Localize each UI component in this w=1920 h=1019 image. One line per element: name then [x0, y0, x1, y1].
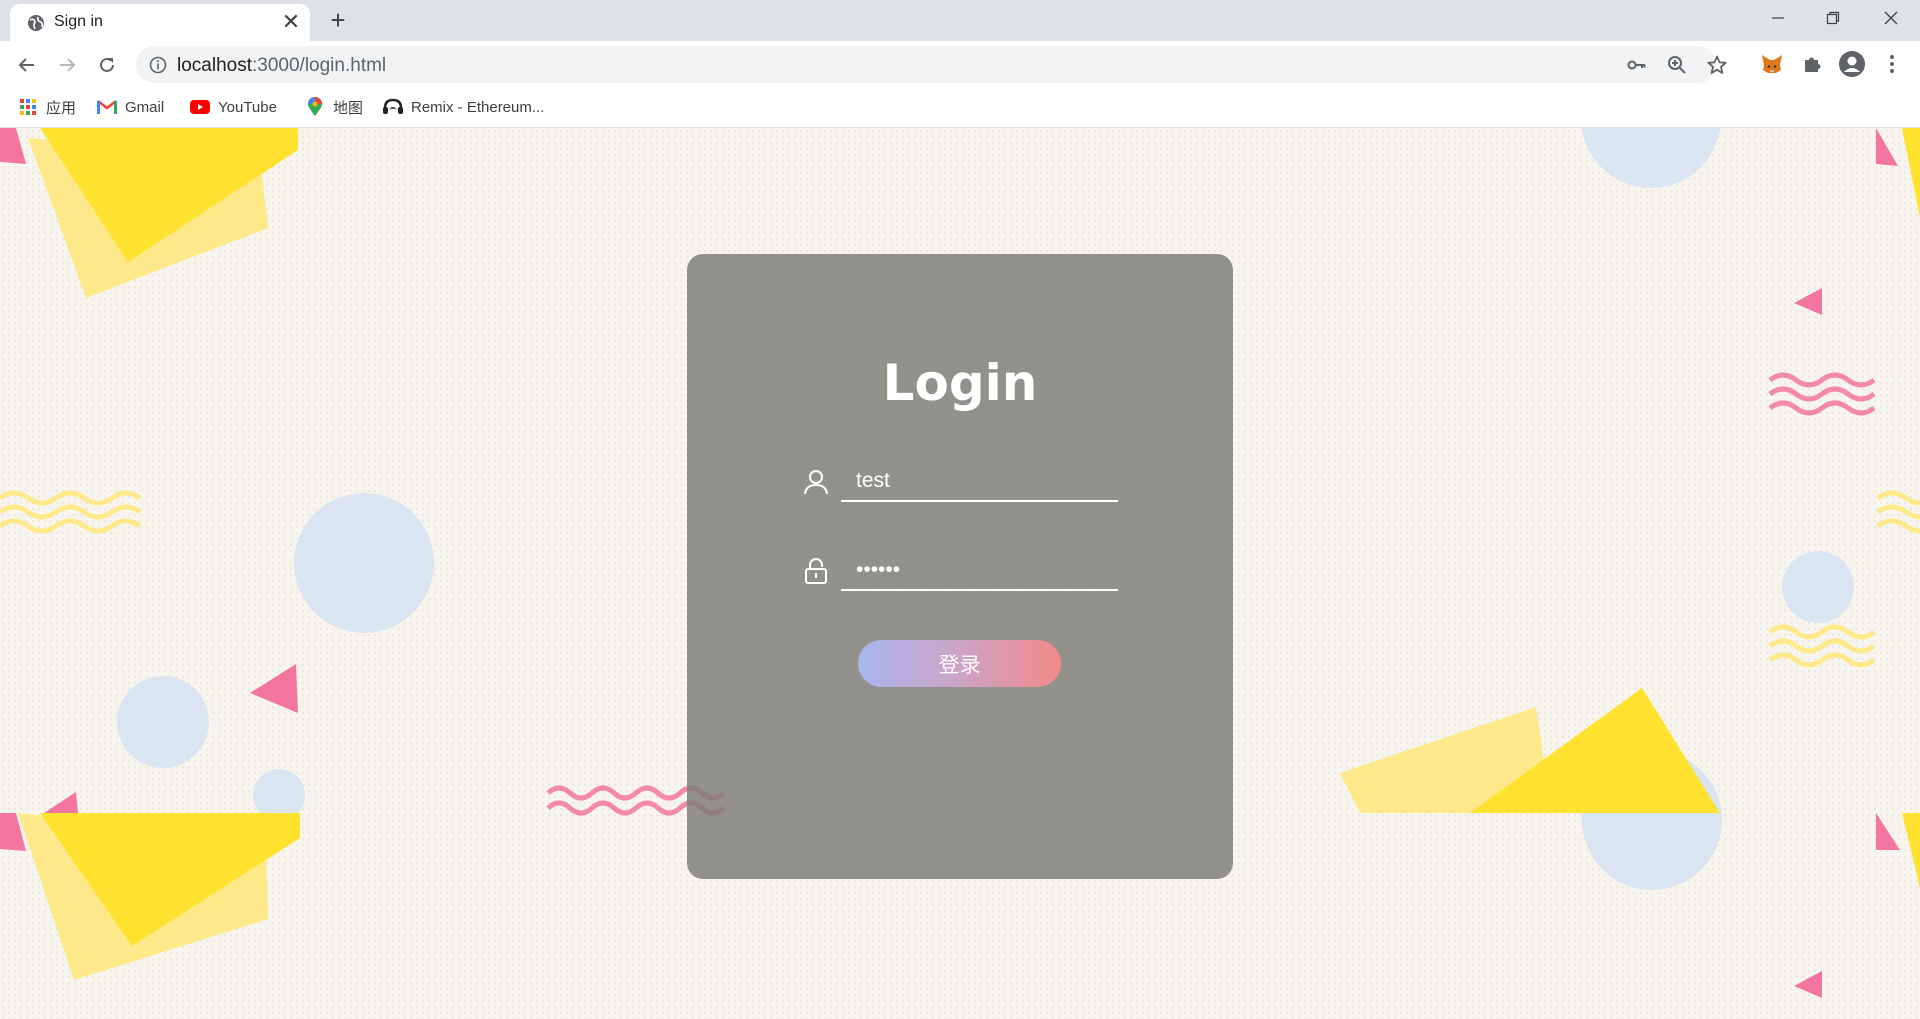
url-text: localhost:3000/login.html [177, 55, 387, 76]
back-icon[interactable] [13, 51, 41, 79]
bookmark-maps[interactable]: 地图 [305, 94, 363, 120]
gmail-icon [97, 97, 117, 117]
bookmark-label: Gmail [125, 98, 165, 116]
address-bar[interactable]: localhost:3000/login.html [136, 46, 1727, 83]
bookmark-remix[interactable]: Remix - Ethereum... [383, 94, 544, 120]
tab-title: Sign in [54, 13, 103, 30]
lock-icon [805, 558, 827, 584]
restore-icon[interactable] [1806, 0, 1860, 36]
star-icon[interactable] [1705, 53, 1729, 77]
bookmark-label: 应用 [46, 99, 77, 117]
maps-pin-icon [305, 97, 325, 117]
tab-close-icon[interactable]: ✕ [280, 11, 302, 33]
bookmark-label: 地图 [333, 99, 364, 117]
apps-grid-icon [18, 97, 38, 117]
youtube-icon [190, 97, 210, 117]
user-icon [804, 470, 828, 495]
bookmark-apps[interactable]: 应用 [18, 94, 76, 120]
login-title: Login [882, 354, 1038, 412]
menu-dots-icon[interactable] [1878, 50, 1906, 78]
bookmark-gmail[interactable]: Gmail [97, 94, 164, 120]
globe-icon [28, 15, 44, 31]
bookmark-youtube[interactable]: YouTube [190, 94, 277, 120]
new-tab-button[interactable]: + [324, 6, 352, 34]
login-button[interactable]: 登录 [858, 640, 1061, 687]
zoom-icon[interactable] [1665, 53, 1689, 77]
username-input[interactable] [841, 462, 1118, 502]
page-viewport: Login 登录 [0, 128, 1920, 1019]
login-card: Login 登录 [687, 254, 1233, 879]
remix-icon [383, 97, 403, 117]
close-icon[interactable] [1864, 0, 1918, 36]
minimize-icon[interactable] [1751, 0, 1805, 36]
site-info-icon[interactable] [148, 55, 168, 75]
browser-tab[interactable]: Sign in ✕ [10, 4, 310, 41]
metamask-fox-icon[interactable] [1758, 50, 1786, 78]
bookmark-label: YouTube [218, 98, 277, 116]
reload-icon[interactable] [93, 51, 121, 79]
bookmark-label: Remix - Ethereum... [411, 98, 545, 116]
puzzle-icon[interactable] [1798, 50, 1826, 78]
key-icon[interactable] [1625, 53, 1649, 77]
profile-icon[interactable] [1838, 50, 1866, 78]
username-field [803, 462, 1118, 504]
password-input[interactable] [841, 551, 1118, 591]
browser-toolbar: localhost:3000/login.html [0, 41, 1920, 88]
bookmarks-bar: 应用 Gmail YouTube 地图 Remix - Ethereum... [0, 88, 1920, 128]
forward-icon[interactable] [53, 51, 81, 79]
tab-strip: Sign in ✕ + [0, 0, 1920, 41]
password-field [803, 551, 1118, 593]
